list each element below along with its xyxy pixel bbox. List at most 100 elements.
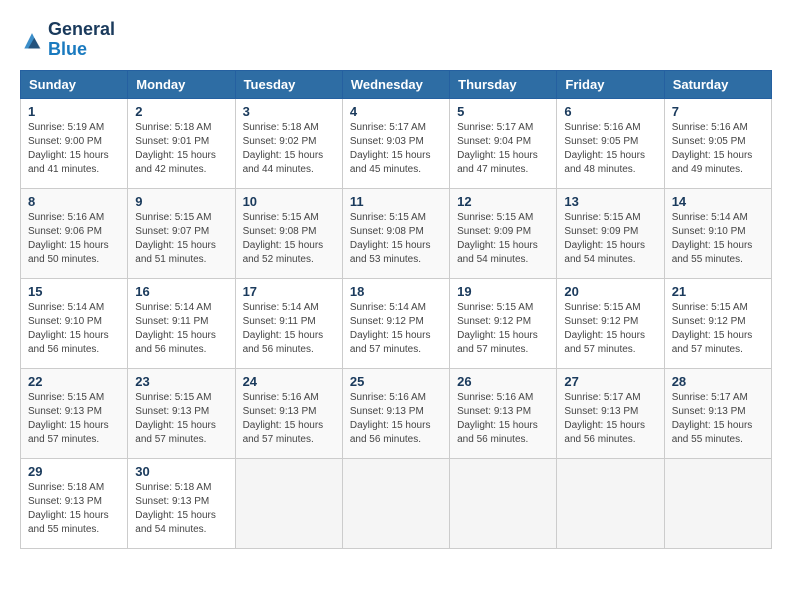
calendar-cell: 9 Sunrise: 5:15 AM Sunset: 9:07 PM Daylig… — [128, 188, 235, 278]
calendar-week-row: 15 Sunrise: 5:14 AM Sunset: 9:10 PM Dayli… — [21, 278, 772, 368]
day-number: 29 — [28, 464, 120, 479]
day-info: Sunrise: 5:15 AM Sunset: 9:09 PM Dayligh… — [457, 211, 549, 267]
weekday-header: Thursday — [450, 70, 557, 98]
logo-icon — [20, 30, 44, 50]
day-number: 4 — [350, 104, 442, 119]
day-number: 18 — [350, 284, 442, 299]
day-info: Sunrise: 5:16 AM Sunset: 9:13 PM Dayligh… — [350, 391, 442, 447]
day-number: 20 — [564, 284, 656, 299]
day-info: Sunrise: 5:15 AM Sunset: 9:08 PM Dayligh… — [243, 211, 335, 267]
day-info: Sunrise: 5:16 AM Sunset: 9:05 PM Dayligh… — [672, 121, 764, 177]
day-info: Sunrise: 5:18 AM Sunset: 9:13 PM Dayligh… — [28, 481, 120, 537]
calendar-cell: 1 Sunrise: 5:19 AM Sunset: 9:00 PM Daylig… — [21, 98, 128, 188]
day-number: 7 — [672, 104, 764, 119]
day-number: 15 — [28, 284, 120, 299]
calendar-cell: 7 Sunrise: 5:16 AM Sunset: 9:05 PM Daylig… — [664, 98, 771, 188]
day-number: 26 — [457, 374, 549, 389]
day-info: Sunrise: 5:14 AM Sunset: 9:12 PM Dayligh… — [350, 301, 442, 357]
calendar-cell: 5 Sunrise: 5:17 AM Sunset: 9:04 PM Daylig… — [450, 98, 557, 188]
calendar-cell: 19 Sunrise: 5:15 AM Sunset: 9:12 PM Dayli… — [450, 278, 557, 368]
day-info: Sunrise: 5:16 AM Sunset: 9:06 PM Dayligh… — [28, 211, 120, 267]
day-info: Sunrise: 5:18 AM Sunset: 9:13 PM Dayligh… — [135, 481, 227, 537]
day-info: Sunrise: 5:14 AM Sunset: 9:11 PM Dayligh… — [243, 301, 335, 357]
calendar-cell: 6Sunrise: 5:16 AM Sunset: 9:05 PM Daylig… — [557, 98, 664, 188]
calendar-week-row: 1 Sunrise: 5:19 AM Sunset: 9:00 PM Daylig… — [21, 98, 772, 188]
logo: General Blue — [20, 20, 115, 60]
calendar-cell: 8 Sunrise: 5:16 AM Sunset: 9:06 PM Daylig… — [21, 188, 128, 278]
weekday-header-row: SundayMondayTuesdayWednesdayThursdayFrid… — [21, 70, 772, 98]
day-number: 6 — [564, 104, 656, 119]
calendar-cell: 10Sunrise: 5:15 AM Sunset: 9:08 PM Dayli… — [235, 188, 342, 278]
day-number: 3 — [243, 104, 335, 119]
weekday-header: Sunday — [21, 70, 128, 98]
logo-text: General Blue — [48, 20, 115, 60]
calendar-cell: 21 Sunrise: 5:15 AM Sunset: 9:12 PM Dayli… — [664, 278, 771, 368]
day-info: Sunrise: 5:19 AM Sunset: 9:00 PM Dayligh… — [28, 121, 120, 177]
calendar-cell: 2 Sunrise: 5:18 AM Sunset: 9:01 PM Daylig… — [128, 98, 235, 188]
day-info: Sunrise: 5:15 AM Sunset: 9:12 PM Dayligh… — [457, 301, 549, 357]
day-number: 12 — [457, 194, 549, 209]
calendar-cell — [557, 458, 664, 548]
calendar-week-row: 8 Sunrise: 5:16 AM Sunset: 9:06 PM Daylig… — [21, 188, 772, 278]
calendar-cell: 3 Sunrise: 5:18 AM Sunset: 9:02 PM Daylig… — [235, 98, 342, 188]
day-number: 24 — [243, 374, 335, 389]
day-info: Sunrise: 5:15 AM Sunset: 9:12 PM Dayligh… — [672, 301, 764, 357]
calendar-week-row: 29 Sunrise: 5:18 AM Sunset: 9:13 PM Dayli… — [21, 458, 772, 548]
calendar-cell: 30Sunrise: 5:18 AM Sunset: 9:13 PM Dayli… — [128, 458, 235, 548]
day-number: 22 — [28, 374, 120, 389]
day-info: Sunrise: 5:17 AM Sunset: 9:13 PM Dayligh… — [672, 391, 764, 447]
day-info: Sunrise: 5:16 AM Sunset: 9:13 PM Dayligh… — [243, 391, 335, 447]
calendar-body: 1 Sunrise: 5:19 AM Sunset: 9:00 PM Daylig… — [21, 98, 772, 548]
day-number: 11 — [350, 194, 442, 209]
day-number: 16 — [135, 284, 227, 299]
calendar-cell: 15 Sunrise: 5:14 AM Sunset: 9:10 PM Dayli… — [21, 278, 128, 368]
weekday-header: Saturday — [664, 70, 771, 98]
weekday-header: Monday — [128, 70, 235, 98]
day-info: Sunrise: 5:17 AM Sunset: 9:13 PM Dayligh… — [564, 391, 656, 447]
calendar-cell: 11 Sunrise: 5:15 AM Sunset: 9:08 PM Dayli… — [342, 188, 449, 278]
day-info: Sunrise: 5:15 AM Sunset: 9:13 PM Dayligh… — [28, 391, 120, 447]
day-number: 9 — [135, 194, 227, 209]
calendar-cell — [342, 458, 449, 548]
day-number: 2 — [135, 104, 227, 119]
calendar-cell: 28Sunrise: 5:17 AM Sunset: 9:13 PM Dayli… — [664, 368, 771, 458]
day-info: Sunrise: 5:15 AM Sunset: 9:07 PM Dayligh… — [135, 211, 227, 267]
day-info: Sunrise: 5:15 AM Sunset: 9:12 PM Dayligh… — [564, 301, 656, 357]
day-info: Sunrise: 5:18 AM Sunset: 9:02 PM Dayligh… — [243, 121, 335, 177]
calendar-cell: 14 Sunrise: 5:14 AM Sunset: 9:10 PM Dayli… — [664, 188, 771, 278]
calendar-cell: 4Sunrise: 5:17 AM Sunset: 9:03 PM Daylig… — [342, 98, 449, 188]
calendar-cell: 18 Sunrise: 5:14 AM Sunset: 9:12 PM Dayli… — [342, 278, 449, 368]
weekday-header: Wednesday — [342, 70, 449, 98]
day-info: Sunrise: 5:15 AM Sunset: 9:09 PM Dayligh… — [564, 211, 656, 267]
calendar-cell: 27 Sunrise: 5:17 AM Sunset: 9:13 PM Dayli… — [557, 368, 664, 458]
day-info: Sunrise: 5:14 AM Sunset: 9:10 PM Dayligh… — [28, 301, 120, 357]
day-number: 1 — [28, 104, 120, 119]
day-info: Sunrise: 5:18 AM Sunset: 9:01 PM Dayligh… — [135, 121, 227, 177]
day-number: 19 — [457, 284, 549, 299]
day-number: 5 — [457, 104, 549, 119]
calendar-cell — [664, 458, 771, 548]
calendar-cell: 23Sunrise: 5:15 AM Sunset: 9:13 PM Dayli… — [128, 368, 235, 458]
calendar-cell: 20 Sunrise: 5:15 AM Sunset: 9:12 PM Dayli… — [557, 278, 664, 368]
day-number: 17 — [243, 284, 335, 299]
day-info: Sunrise: 5:17 AM Sunset: 9:04 PM Dayligh… — [457, 121, 549, 177]
calendar-cell: 17 Sunrise: 5:14 AM Sunset: 9:11 PM Dayli… — [235, 278, 342, 368]
calendar-cell: 26Sunrise: 5:16 AM Sunset: 9:13 PM Dayli… — [450, 368, 557, 458]
day-number: 27 — [564, 374, 656, 389]
day-info: Sunrise: 5:14 AM Sunset: 9:11 PM Dayligh… — [135, 301, 227, 357]
day-info: Sunrise: 5:15 AM Sunset: 9:08 PM Dayligh… — [350, 211, 442, 267]
day-number: 8 — [28, 194, 120, 209]
day-number: 13 — [564, 194, 656, 209]
day-number: 14 — [672, 194, 764, 209]
weekday-header: Tuesday — [235, 70, 342, 98]
day-number: 21 — [672, 284, 764, 299]
calendar-cell: 29 Sunrise: 5:18 AM Sunset: 9:13 PM Dayli… — [21, 458, 128, 548]
calendar-cell: 13 Sunrise: 5:15 AM Sunset: 9:09 PM Dayli… — [557, 188, 664, 278]
calendar-cell: 25Sunrise: 5:16 AM Sunset: 9:13 PM Dayli… — [342, 368, 449, 458]
calendar-cell — [235, 458, 342, 548]
calendar-cell: 16 Sunrise: 5:14 AM Sunset: 9:11 PM Dayli… — [128, 278, 235, 368]
day-info: Sunrise: 5:14 AM Sunset: 9:10 PM Dayligh… — [672, 211, 764, 267]
calendar-table: SundayMondayTuesdayWednesdayThursdayFrid… — [20, 70, 772, 549]
calendar-header: SundayMondayTuesdayWednesdayThursdayFrid… — [21, 70, 772, 98]
weekday-header: Friday — [557, 70, 664, 98]
